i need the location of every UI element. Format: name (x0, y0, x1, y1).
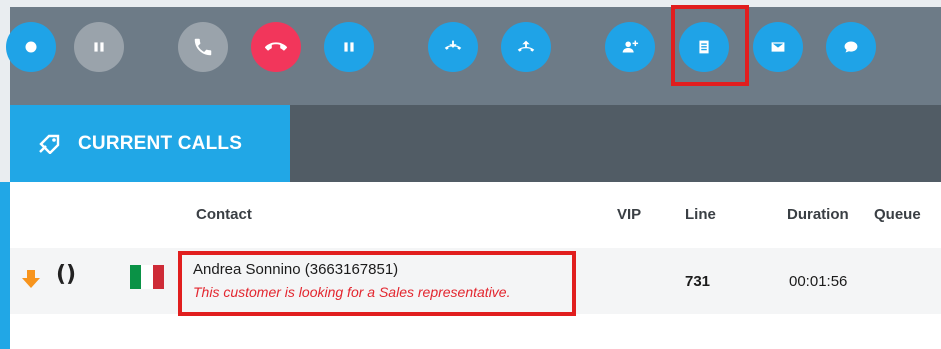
line-value: 731 (685, 273, 711, 290)
brackets-icon: () (56, 262, 77, 287)
hold-icon (94, 42, 104, 52)
call-toolbar (6, 7, 941, 105)
chat-button[interactable] (826, 22, 876, 72)
email-button[interactable] (753, 22, 803, 72)
tab-label: CURRENT CALLS (78, 132, 243, 154)
record-icon (25, 41, 37, 53)
contact-note: This customer is looking for a Sales rep… (193, 284, 511, 300)
hangup-button[interactable] (251, 22, 301, 72)
header-duration[interactable]: Duration (787, 206, 849, 223)
call-tab-icon (39, 134, 60, 154)
add-contact-icon (622, 40, 639, 53)
hold-button[interactable] (74, 22, 124, 72)
phone-icon (194, 38, 212, 56)
transfer-out-button[interactable] (501, 22, 551, 72)
hangup-icon (265, 42, 287, 51)
italy-flag (130, 265, 164, 289)
email-icon (771, 42, 785, 52)
tab-current-calls[interactable]: CURRENT CALLS (10, 105, 290, 182)
record-button[interactable] (6, 22, 56, 72)
contact-name[interactable]: Andrea Sonnino (3663167851) (193, 261, 398, 278)
chat-icon (844, 41, 858, 53)
header-queue[interactable]: Queue (874, 206, 921, 223)
pause-button[interactable] (324, 22, 374, 72)
transfer-in-icon (444, 40, 462, 50)
transfer-in-button[interactable] (428, 22, 478, 72)
duration-value: 00:01:56 (789, 273, 848, 290)
header-line[interactable]: Line (685, 206, 716, 223)
transfer-out-icon (517, 40, 535, 52)
answer-call-button[interactable] (178, 22, 228, 72)
incoming-arrow-icon (22, 270, 40, 288)
header-contact[interactable]: Contact (196, 206, 252, 223)
notes-button-highlight (671, 5, 749, 86)
add-contact-button[interactable] (605, 22, 655, 72)
header-vip[interactable]: VIP (617, 206, 641, 223)
pause-icon (344, 42, 354, 52)
